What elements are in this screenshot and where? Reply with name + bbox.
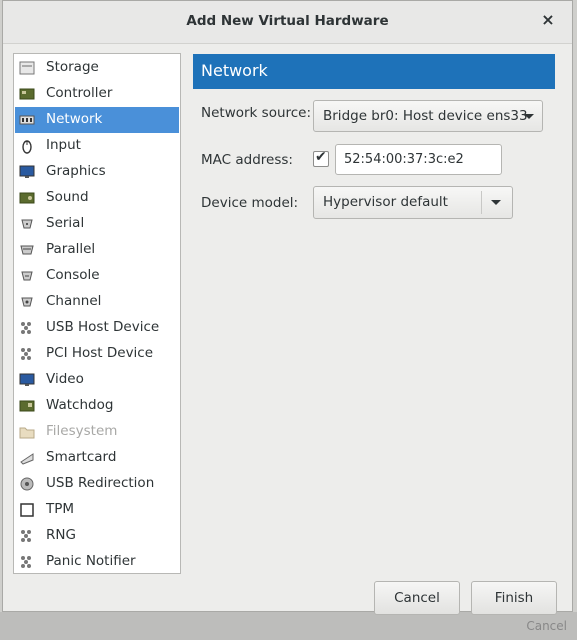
sidebar-item-graphics[interactable]: Graphics [15, 159, 179, 185]
sidebar-item-label: Panic Notifier [46, 553, 136, 569]
sidebar-item-label: Sound [46, 189, 89, 205]
network-icon [19, 112, 35, 128]
monitor-icon [19, 164, 35, 180]
sidebar-item-usb-host-device[interactable]: USB Host Device [15, 315, 179, 341]
sidebar-item-usb-redirection[interactable]: USB Redirection [15, 471, 179, 497]
dialog-title: Add New Virtual Hardware [186, 13, 389, 29]
network-source-value: Bridge br0: Host device ens33 [323, 108, 528, 124]
parallel-port-icon [19, 242, 35, 258]
chevron-down-icon [524, 114, 534, 119]
finish-button[interactable]: Finish [471, 581, 557, 615]
sidebar-item-label: Channel [46, 293, 102, 309]
device-model-value: Hypervisor default [323, 194, 448, 210]
sidebar-item-label: Graphics [46, 163, 106, 179]
sidebar-item-tpm[interactable]: TPM [15, 497, 179, 523]
cancel-button[interactable]: Cancel [374, 581, 460, 615]
hardware-type-list: Storage Controller Network Input Graphics Sou… [13, 53, 181, 574]
sidebar-item-label: USB Host Device [46, 319, 160, 335]
device-model-label: Device model: [201, 195, 299, 211]
sidebar-item-smartcard[interactable]: Smartcard [15, 445, 179, 471]
mac-address-input[interactable]: 52:54:00:37:3c:e2 [335, 144, 502, 175]
sidebar-item-network[interactable]: Network [15, 107, 179, 133]
network-source-label: Network source: [201, 105, 312, 121]
sidebar-item-panic-notifier[interactable]: Panic Notifier [15, 549, 179, 575]
sidebar-item-label: Smartcard [46, 449, 117, 465]
sidebar-item-label: USB Redirection [46, 475, 155, 491]
dropdown-separator [481, 191, 482, 214]
sidebar-item-storage[interactable]: Storage [15, 55, 179, 81]
sidebar-item-pci-host-device[interactable]: PCI Host Device [15, 341, 179, 367]
sidebar-item-label: PCI Host Device [46, 345, 154, 361]
storage-icon [19, 60, 35, 76]
background-cancel-text: Cancel [526, 619, 567, 633]
sidebar-item-label: Console [46, 267, 100, 283]
sidebar-item-label: Storage [46, 59, 99, 75]
sidebar-item-label: Parallel [46, 241, 96, 257]
sidebar-item-label: Filesystem [46, 423, 118, 439]
panel-title: Network [201, 61, 268, 80]
sound-card-icon [19, 190, 35, 206]
sidebar-item-channel[interactable]: Channel [15, 289, 179, 315]
mac-address-value: 52:54:00:37:3c:e2 [344, 152, 464, 167]
device-model-dropdown[interactable]: Hypervisor default [313, 186, 513, 219]
sidebar-item-input[interactable]: Input [15, 133, 179, 159]
sidebar-item-label: Controller [46, 85, 113, 101]
network-source-dropdown[interactable]: Bridge br0: Host device ens33 [313, 100, 543, 132]
sidebar-item-controller[interactable]: Controller [15, 81, 179, 107]
controller-icon [19, 86, 35, 102]
sidebar-item-watchdog[interactable]: Watchdog [15, 393, 179, 419]
checkmark-icon: ✔ [315, 149, 327, 165]
sidebar-item-label: TPM [46, 501, 75, 517]
panic-notifier-icon [19, 554, 35, 570]
sidebar-item-console[interactable]: Console [15, 263, 179, 289]
sidebar-item-sound[interactable]: Sound [15, 185, 179, 211]
sidebar-item-label: Input [46, 137, 81, 153]
smartcard-icon [19, 450, 35, 466]
video-icon [19, 372, 35, 388]
sidebar-item-video[interactable]: Video [15, 367, 179, 393]
sidebar-item-label: Serial [46, 215, 85, 231]
background-window-bottom [0, 612, 577, 640]
sidebar-item-serial[interactable]: Serial [15, 211, 179, 237]
pci-device-icon [19, 346, 35, 362]
sidebar-item-filesystem[interactable]: Filesystem [15, 419, 179, 445]
tpm-icon [19, 502, 35, 518]
usb-device-icon [19, 320, 35, 336]
rng-icon [19, 528, 35, 544]
watchdog-icon [19, 398, 35, 414]
console-icon [19, 268, 35, 284]
mac-address-label: MAC address: [201, 152, 293, 168]
sidebar-item-parallel[interactable]: Parallel [15, 237, 179, 263]
mouse-icon [19, 138, 35, 154]
sidebar-item-rng[interactable]: RNG [15, 523, 179, 549]
usb-redirection-icon [19, 476, 35, 492]
dialog-titlebar: Add New Virtual Hardware × [3, 1, 572, 44]
sidebar-item-label: RNG [46, 527, 76, 543]
mac-address-checkbox[interactable]: ✔ [313, 149, 329, 167]
folder-icon [19, 424, 35, 440]
channel-icon [19, 294, 35, 310]
network-panel-header: Network [193, 54, 555, 89]
close-icon[interactable]: × [538, 10, 558, 30]
sidebar-item-label: Watchdog [46, 397, 114, 413]
sidebar-item-label: Network [46, 111, 103, 127]
serial-port-icon [19, 216, 35, 232]
chevron-down-icon [491, 200, 501, 205]
sidebar-item-label: Video [46, 371, 84, 387]
